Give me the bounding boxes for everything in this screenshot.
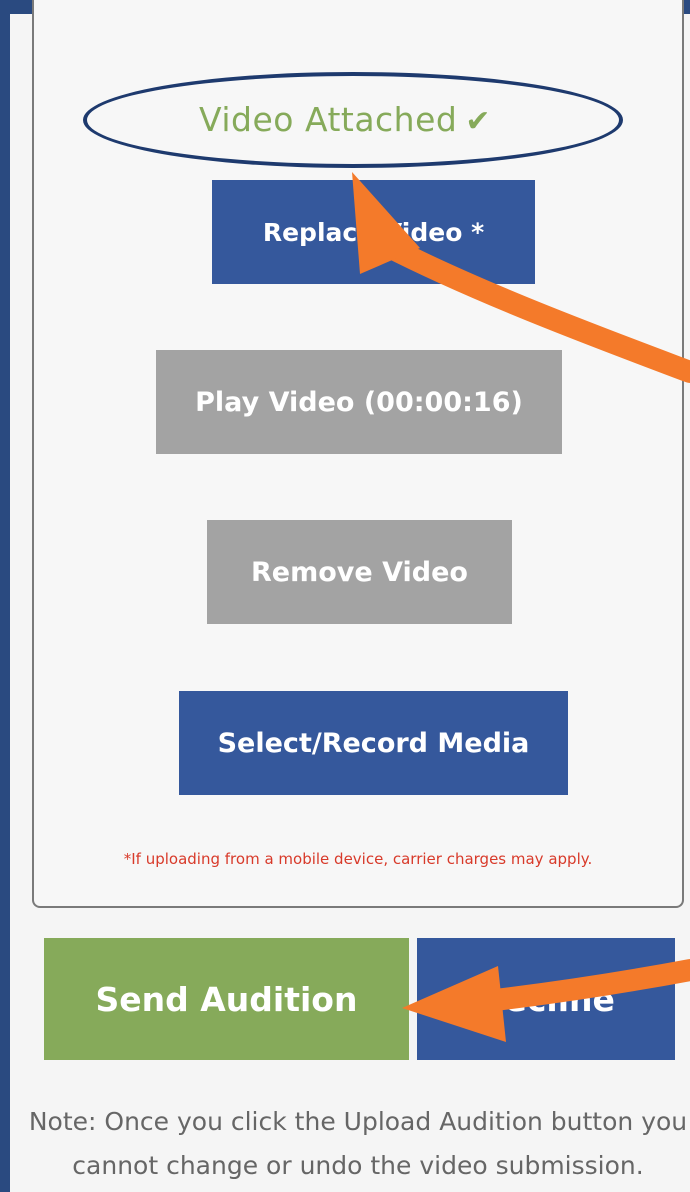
- play-video-button[interactable]: Play Video (00:00:16): [156, 350, 562, 454]
- select-record-media-button[interactable]: Select/Record Media: [179, 691, 568, 795]
- send-audition-button[interactable]: Send Audition: [44, 938, 409, 1060]
- audition-page: Video Attached ✔ Replace Video * Play Vid…: [0, 0, 690, 1192]
- replace-video-button[interactable]: Replace Video *: [212, 180, 535, 284]
- left-border: [0, 0, 10, 1192]
- carrier-charges-disclaimer: *If uploading from a mobile device, carr…: [123, 850, 593, 868]
- submission-note: Note: Once you click the Upload Audition…: [28, 1107, 688, 1180]
- highlight-oval: [83, 72, 623, 168]
- decline-button[interactable]: Decline: [417, 938, 675, 1060]
- remove-video-button[interactable]: Remove Video: [207, 520, 512, 624]
